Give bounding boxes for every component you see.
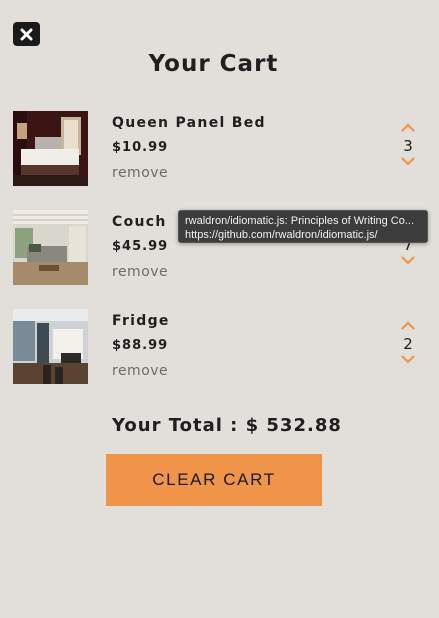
product-image-bed xyxy=(13,111,88,186)
product-image-fridge xyxy=(13,309,88,384)
close-cart-button[interactable] xyxy=(13,22,40,46)
close-x-icon xyxy=(20,28,33,41)
tooltip-title: rwaldron/idiomatic.js: Principles of Wri… xyxy=(185,215,415,227)
remove-button[interactable]: remove xyxy=(112,165,168,181)
quantity-stepper: 2 xyxy=(396,321,420,367)
chevron-up-icon[interactable] xyxy=(396,123,420,135)
chevron-up-icon[interactable] xyxy=(396,321,420,333)
chevron-down-icon[interactable] xyxy=(396,157,420,169)
chevron-down-icon[interactable] xyxy=(396,256,420,268)
cart-total: Your Total : $ 532.88 xyxy=(112,415,342,436)
tooltip-url: https://github.com/rwaldron/idiomatic.js… xyxy=(185,229,378,241)
cart-item: Fridge $88.99 remove 2 xyxy=(13,309,428,385)
cart-item: Queen Panel Bed $10.99 remove 3 xyxy=(13,111,428,187)
quantity-value: 3 xyxy=(403,137,413,155)
remove-button[interactable]: remove xyxy=(112,264,168,280)
product-image-couch xyxy=(13,210,88,285)
item-price: $88.99 xyxy=(112,338,169,353)
item-price: $10.99 xyxy=(112,140,169,155)
quantity-stepper: 3 xyxy=(396,123,420,169)
item-price: $45.99 xyxy=(112,239,169,254)
item-name: Queen Panel Bed xyxy=(112,115,266,131)
chevron-down-icon[interactable] xyxy=(396,355,420,367)
item-name: Couch xyxy=(112,214,167,230)
link-tooltip: rwaldron/idiomatic.js: Principles of Wri… xyxy=(178,210,428,243)
item-name: Fridge xyxy=(112,313,170,329)
clear-cart-button[interactable]: CLEAR CART xyxy=(106,454,322,506)
remove-button[interactable]: remove xyxy=(112,363,168,379)
cart-title: Your Cart xyxy=(148,51,279,77)
quantity-value: 2 xyxy=(403,335,413,353)
